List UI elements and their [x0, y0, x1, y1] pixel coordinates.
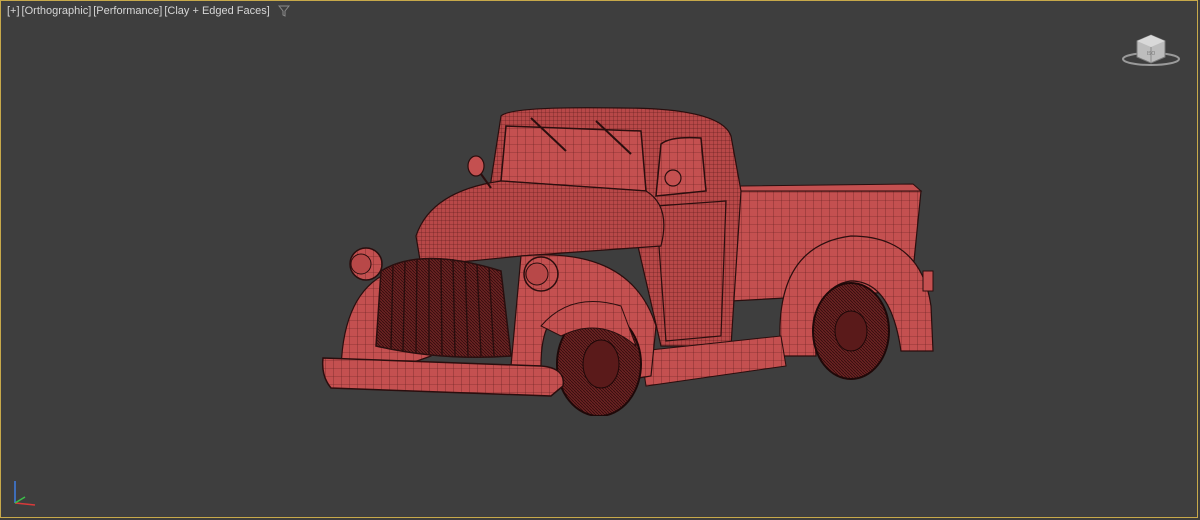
axis-tripod-icon [5, 475, 41, 511]
pickup-truck-model[interactable] [301, 96, 941, 417]
viewport-orthographic[interactable]: [+] [Orthographic] [Performance] [Clay +… [0, 0, 1198, 518]
svg-text:ISO: ISO [1147, 51, 1156, 57]
filter-funnel-icon[interactable] [277, 5, 290, 17]
viewport-shading-menu[interactable]: [Clay + Edged Faces] [164, 5, 269, 17]
viewcube-icon[interactable]: ISO [1119, 31, 1183, 71]
viewport-plus-menu[interactable]: [+] [7, 5, 20, 17]
viewport-view-menu[interactable]: [Orthographic] [22, 5, 92, 17]
viewport-performance-menu[interactable]: [Performance] [93, 5, 162, 17]
viewport-label-menu: [+] [Orthographic] [Performance] [Clay +… [7, 5, 290, 17]
